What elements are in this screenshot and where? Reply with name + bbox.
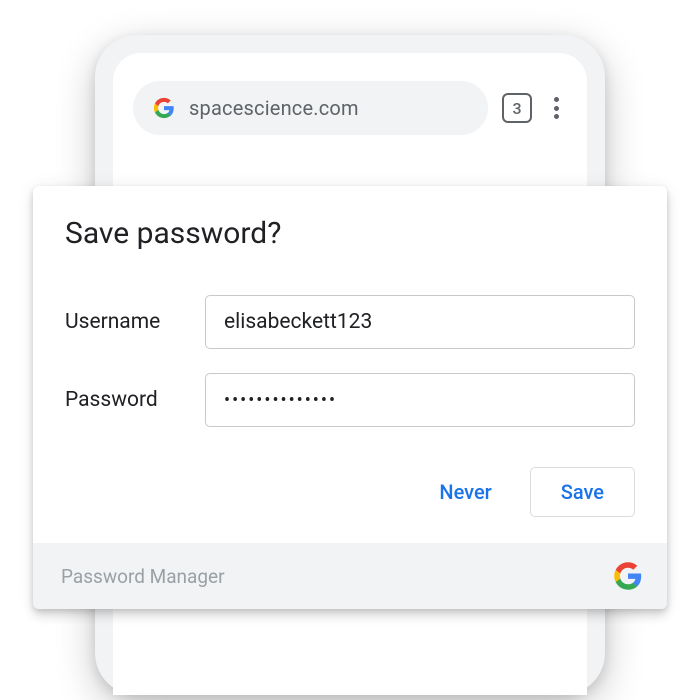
- browser-toolbar: spacescience.com 3: [113, 53, 587, 159]
- save-password-dialog: Save password? Username Password Never S…: [33, 186, 667, 609]
- username-label: Username: [65, 310, 205, 334]
- password-input[interactable]: [205, 373, 635, 427]
- google-g-icon: [153, 97, 175, 119]
- address-bar[interactable]: spacescience.com: [133, 81, 488, 135]
- tab-count: 3: [512, 99, 521, 118]
- dialog-title: Save password?: [65, 216, 635, 251]
- username-input[interactable]: [205, 295, 635, 349]
- dialog-body: Save password? Username Password Never S…: [33, 186, 667, 543]
- tab-switcher-button[interactable]: 3: [502, 93, 532, 123]
- overflow-menu-button[interactable]: [546, 91, 567, 125]
- google-g-icon: [613, 561, 643, 591]
- never-button[interactable]: Never: [431, 470, 499, 514]
- username-row: Username: [65, 295, 635, 349]
- url-text: spacescience.com: [189, 96, 359, 120]
- dialog-footer: Password Manager: [33, 543, 667, 609]
- password-row: Password: [65, 373, 635, 427]
- save-button[interactable]: Save: [530, 467, 635, 517]
- footer-label: Password Manager: [61, 565, 225, 588]
- password-label: Password: [65, 388, 205, 412]
- dialog-actions: Never Save: [65, 467, 635, 517]
